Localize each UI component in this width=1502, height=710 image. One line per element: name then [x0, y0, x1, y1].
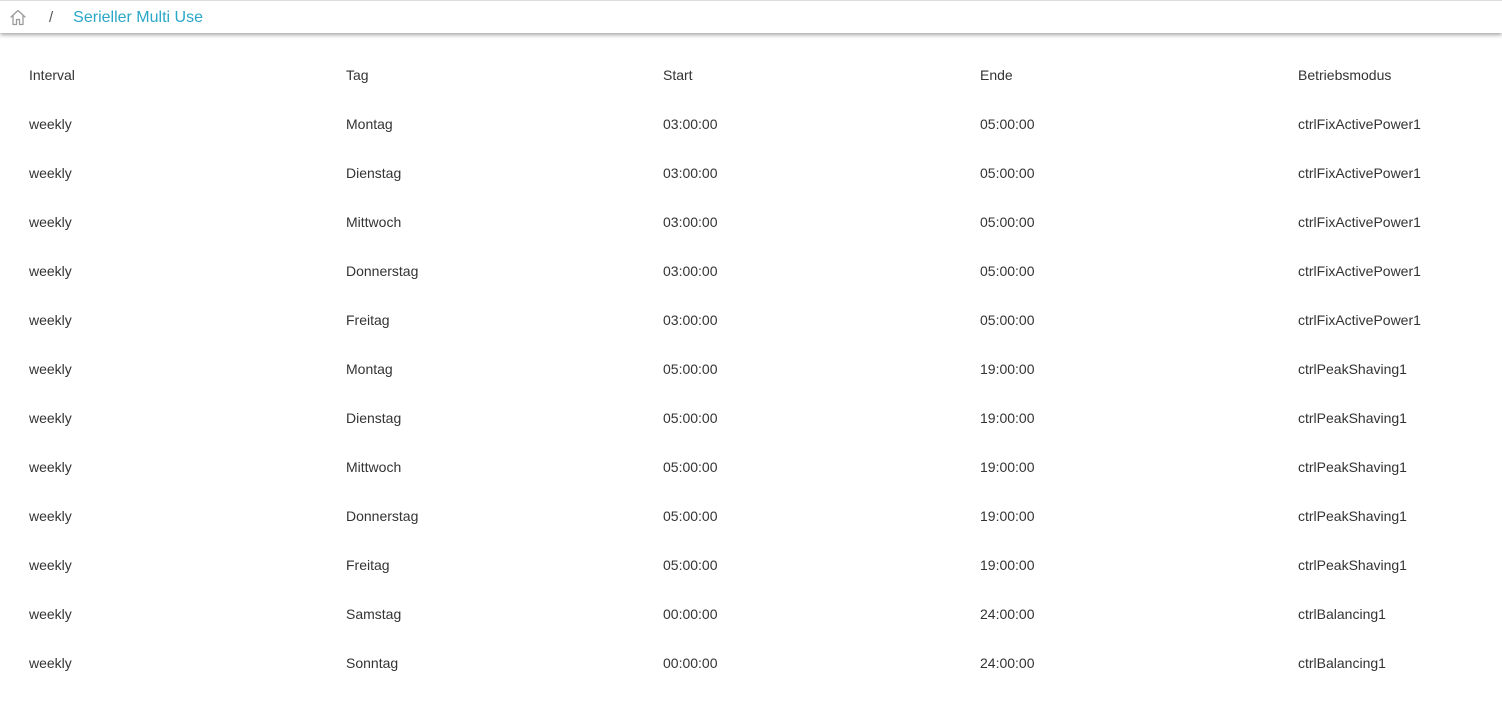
cell-start: 03:00:00 — [663, 213, 718, 230]
table-body: weekly Montag 03:00:00 05:00:00 ctrlFixA… — [0, 99, 1502, 687]
breadcrumb-separator: / — [49, 9, 54, 26]
column-header-betriebsmodus[interactable]: Betriebsmodus — [1298, 50, 1502, 99]
cell-ende: 05:00:00 — [980, 115, 1035, 132]
column-header-ende[interactable]: Ende — [980, 50, 1298, 99]
cell-ende: 19:00:00 — [980, 458, 1035, 475]
column-header-start[interactable]: Start — [663, 50, 980, 99]
cell-tag: Sonntag — [346, 654, 399, 671]
breadcrumb: / Serieller Multi Use — [8, 1, 203, 34]
cell-ende: 24:00:00 — [980, 605, 1035, 622]
cell-betriebsmodus: ctrlPeakShaving1 — [1298, 360, 1407, 377]
table-row[interactable]: weekly Sonntag 00:00:00 24:00:00 ctrlBal… — [0, 638, 1502, 687]
cell-betriebsmodus: ctrlFixActivePower1 — [1298, 164, 1421, 181]
top-bar: / Serieller Multi Use — [0, 0, 1502, 33]
cell-ende: 19:00:00 — [980, 360, 1035, 377]
cell-tag: Dienstag — [346, 409, 402, 426]
table-row[interactable]: weekly Donnerstag 03:00:00 05:00:00 ctrl… — [0, 246, 1502, 295]
table-row[interactable]: weekly Donnerstag 05:00:00 19:00:00 ctrl… — [0, 491, 1502, 540]
cell-interval: weekly — [29, 556, 72, 573]
cell-start: 03:00:00 — [663, 115, 718, 132]
cell-start: 05:00:00 — [663, 409, 718, 426]
cell-interval: weekly — [29, 360, 72, 377]
cell-betriebsmodus: ctrlPeakShaving1 — [1298, 556, 1407, 573]
table-row[interactable]: weekly Mittwoch 03:00:00 05:00:00 ctrlFi… — [0, 197, 1502, 246]
cell-interval: weekly — [29, 262, 72, 279]
table-row[interactable]: weekly Montag 03:00:00 05:00:00 ctrlFixA… — [0, 99, 1502, 148]
cell-interval: weekly — [29, 115, 72, 132]
cell-interval: weekly — [29, 164, 72, 181]
cell-tag: Montag — [346, 360, 393, 377]
cell-ende: 05:00:00 — [980, 262, 1035, 279]
table-row[interactable]: weekly Mittwoch 05:00:00 19:00:00 ctrlPe… — [0, 442, 1502, 491]
schedule-table-container: Interval Tag Start Ende Betriebsmodus we… — [0, 50, 1502, 687]
cell-tag: Freitag — [346, 311, 390, 328]
cell-tag: Mittwoch — [346, 458, 402, 475]
cell-tag: Donnerstag — [346, 262, 419, 279]
cell-start: 05:00:00 — [663, 507, 718, 524]
table-header-row: Interval Tag Start Ende Betriebsmodus — [0, 50, 1502, 99]
cell-betriebsmodus: ctrlBalancing1 — [1298, 605, 1386, 622]
cell-betriebsmodus: ctrlFixActivePower1 — [1298, 262, 1421, 279]
cell-start: 00:00:00 — [663, 605, 718, 622]
cell-interval: weekly — [29, 507, 72, 524]
cell-interval: weekly — [29, 654, 72, 671]
cell-betriebsmodus: ctrlPeakShaving1 — [1298, 409, 1407, 426]
column-header-interval[interactable]: Interval — [0, 50, 346, 99]
schedule-table: Interval Tag Start Ende Betriebsmodus we… — [0, 50, 1502, 687]
table-row[interactable]: weekly Dienstag 05:00:00 19:00:00 ctrlPe… — [0, 393, 1502, 442]
cell-tag: Freitag — [346, 556, 390, 573]
cell-tag: Mittwoch — [346, 213, 402, 230]
cell-interval: weekly — [29, 409, 72, 426]
cell-start: 05:00:00 — [663, 458, 718, 475]
cell-interval: weekly — [29, 213, 72, 230]
cell-start: 03:00:00 — [663, 311, 718, 328]
cell-betriebsmodus: ctrlPeakShaving1 — [1298, 507, 1407, 524]
cell-start: 03:00:00 — [663, 262, 718, 279]
cell-start: 03:00:00 — [663, 164, 718, 181]
home-icon[interactable] — [8, 8, 28, 28]
column-header-tag[interactable]: Tag — [346, 50, 663, 99]
cell-ende: 24:00:00 — [980, 654, 1035, 671]
cell-ende: 19:00:00 — [980, 409, 1035, 426]
cell-tag: Montag — [346, 115, 393, 132]
table-row[interactable]: weekly Samstag 00:00:00 24:00:00 ctrlBal… — [0, 589, 1502, 638]
table-row[interactable]: weekly Freitag 05:00:00 19:00:00 ctrlPea… — [0, 540, 1502, 589]
cell-ende: 05:00:00 — [980, 311, 1035, 328]
cell-ende: 19:00:00 — [980, 507, 1035, 524]
cell-tag: Dienstag — [346, 164, 402, 181]
cell-tag: Donnerstag — [346, 507, 419, 524]
cell-ende: 05:00:00 — [980, 213, 1035, 230]
breadcrumb-current[interactable]: Serieller Multi Use — [73, 9, 203, 27]
cell-tag: Samstag — [346, 605, 402, 622]
cell-betriebsmodus: ctrlFixActivePower1 — [1298, 311, 1421, 328]
table-row[interactable]: weekly Montag 05:00:00 19:00:00 ctrlPeak… — [0, 344, 1502, 393]
cell-interval: weekly — [29, 311, 72, 328]
table-row[interactable]: weekly Dienstag 03:00:00 05:00:00 ctrlFi… — [0, 148, 1502, 197]
cell-interval: weekly — [29, 458, 72, 475]
cell-betriebsmodus: ctrlBalancing1 — [1298, 654, 1386, 671]
cell-start: 05:00:00 — [663, 556, 718, 573]
cell-ende: 19:00:00 — [980, 556, 1035, 573]
cell-betriebsmodus: ctrlFixActivePower1 — [1298, 115, 1421, 132]
cell-betriebsmodus: ctrlPeakShaving1 — [1298, 458, 1407, 475]
cell-start: 00:00:00 — [663, 654, 718, 671]
cell-betriebsmodus: ctrlFixActivePower1 — [1298, 213, 1421, 230]
cell-start: 05:00:00 — [663, 360, 718, 377]
cell-ende: 05:00:00 — [980, 164, 1035, 181]
cell-interval: weekly — [29, 605, 72, 622]
table-row[interactable]: weekly Freitag 03:00:00 05:00:00 ctrlFix… — [0, 295, 1502, 344]
